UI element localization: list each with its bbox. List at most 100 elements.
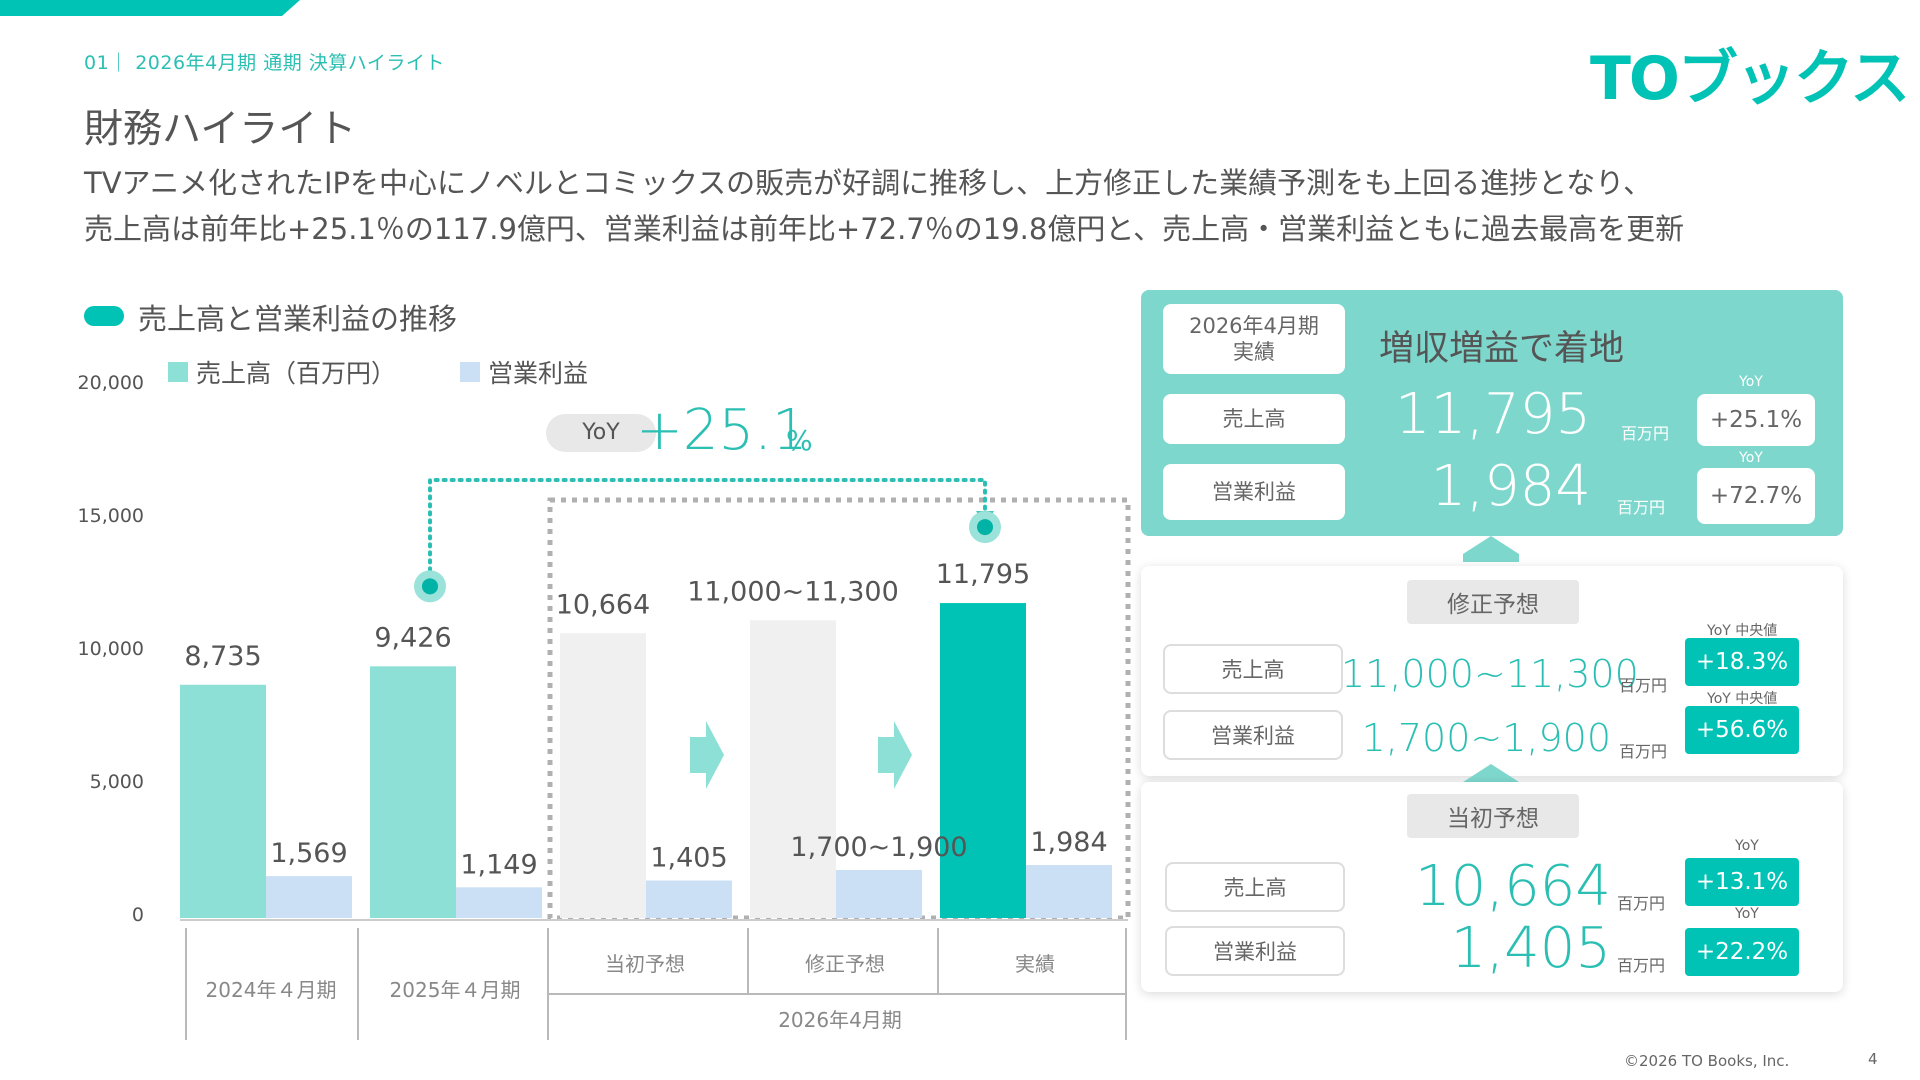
corner-accent-stripe <box>0 0 300 16</box>
profit-bar <box>646 880 732 918</box>
revised-revenue-unit: 百万円 <box>1619 676 1668 695</box>
yoy-connector-line <box>428 478 987 589</box>
progress-arrow-icon <box>878 721 912 789</box>
revised-op-yoy-caption: YoY 中央値 <box>1707 691 1778 707</box>
initial-tag: 当初予想 <box>1407 794 1579 838</box>
section-heading: 売上高と営業利益の推移 <box>138 302 458 336</box>
arrow-up-icon <box>1463 764 1519 782</box>
revised-tag: 修正予想 <box>1407 580 1579 624</box>
progress-arrow-icon <box>690 721 724 789</box>
initial-revenue-yoy-caption: YoY <box>1735 838 1759 854</box>
initial-op-yoy: +22.2% <box>1685 928 1799 976</box>
forecast-group-frame <box>547 497 1131 921</box>
y-tick-label: 15,000 <box>77 505 144 527</box>
y-tick-label: 20,000 <box>77 372 144 394</box>
category-label: 当初予想 <box>605 952 685 976</box>
revenue-bar <box>750 620 836 918</box>
yoy-growth-value: +25.1 <box>636 398 808 463</box>
yoy-marker-outer <box>969 511 1001 544</box>
yoy-growth-unit: % <box>786 424 813 457</box>
profit-value-label: 1,984 <box>1030 827 1107 858</box>
revised-op-unit: 百万円 <box>1619 742 1668 761</box>
legend-revenue-swatch <box>168 362 188 382</box>
profit-value-label: 1,405 <box>650 842 727 873</box>
result-op-label: 営業利益 <box>1163 464 1345 520</box>
revenue-value-label: 11,795 <box>936 559 1030 590</box>
revenue-value-label: 10,664 <box>556 589 650 620</box>
result-revenue-label: 売上高 <box>1163 394 1345 444</box>
profit-value-label: 1,700~1,900 <box>790 832 967 863</box>
revised-op-yoy: +56.6% <box>1685 706 1799 754</box>
category-label: 2025年４月期 <box>389 978 521 1002</box>
copyright: ©2026 TO Books, Inc. <box>1624 1052 1790 1070</box>
revenue-bar <box>370 666 456 918</box>
breadcrumb: 01｜ 2026年4月期 通期 決算ハイライト <box>84 52 445 74</box>
lead-line-2: 売上高は前年比+25.1％の117.9億円、営業利益は前年比+72.7％の19.… <box>84 212 1685 246</box>
result-revenue-yoy-caption: YoY <box>1739 374 1763 390</box>
initial-revenue-yoy: +13.1% <box>1685 858 1799 906</box>
profit-bar <box>1026 865 1112 918</box>
revenue-bar <box>180 684 266 918</box>
page-number: 4 <box>1868 1050 1878 1068</box>
result-revenue-yoy: +25.1% <box>1697 394 1815 446</box>
initial-op-label: 営業利益 <box>1165 926 1345 976</box>
revised-op-label: 営業利益 <box>1163 710 1343 760</box>
result-op-yoy-caption: YoY <box>1739 450 1763 466</box>
page-title: 財務ハイライト <box>84 107 357 152</box>
legend-profit-swatch <box>460 362 480 382</box>
y-tick-label: 0 <box>131 904 144 926</box>
period-box: 2026年4月期 実績 <box>1163 304 1345 374</box>
section-marker <box>84 306 124 326</box>
profit-bar <box>836 869 922 918</box>
revised-op-value: 1,700~1,900 <box>1361 716 1611 760</box>
arrow-up-icon <box>1463 536 1519 554</box>
result-op-unit: 百万円 <box>1617 498 1666 517</box>
revised-revenue-value: 11,000~11,300 <box>1341 652 1639 696</box>
revenue-value-label: 9,426 <box>374 622 451 653</box>
arrow-up-stem <box>1463 554 1519 562</box>
legend-revenue: 売上高（百万円） <box>168 354 396 390</box>
y-tick-label: 5,000 <box>89 771 144 793</box>
profit-value-label: 1,149 <box>460 849 537 880</box>
result-op-value: 1,984 <box>1430 454 1591 519</box>
revised-revenue-label: 売上高 <box>1163 644 1343 694</box>
revised-revenue-yoy-caption: YoY 中央値 <box>1707 623 1778 639</box>
result-revenue-value: 11,795 <box>1395 382 1591 447</box>
result-op-yoy: +72.7% <box>1697 468 1815 524</box>
period-label: 2026年4月期 <box>1189 314 1319 338</box>
initial-revenue-label: 売上高 <box>1165 862 1345 912</box>
panel-initial-forecast: 当初予想 売上高 10,664 百万円 YoY +13.1% 営業利益 1,40… <box>1141 782 1843 992</box>
category-label: 2024年４月期 <box>205 978 337 1002</box>
y-tick-label: 10,000 <box>77 638 144 660</box>
category-label: 修正予想 <box>805 952 885 976</box>
revenue-bar <box>940 603 1026 918</box>
result-headline: 増収増益で着地 <box>1379 329 1625 369</box>
panel-revised-forecast: 修正予想 売上高 11,000~11,300 百万円 YoY 中央値 +18.3… <box>1141 566 1843 776</box>
legend-revenue-label: 売上高（百万円） <box>196 359 397 388</box>
yoy-marker-inner <box>422 578 438 595</box>
initial-op-value: 1,405 <box>1450 916 1611 981</box>
initial-op-yoy-caption: YoY <box>1735 906 1759 922</box>
yoy-marker-inner <box>977 519 993 536</box>
period-sublabel: 実績 <box>1233 340 1275 364</box>
legend-profit: 営業利益 <box>460 354 588 390</box>
revised-revenue-yoy: +18.3% <box>1685 638 1799 686</box>
profit-bar <box>456 887 542 918</box>
yoy-arrowhead-icon <box>976 511 994 524</box>
initial-op-unit: 百万円 <box>1617 956 1666 975</box>
category-label: 実績 <box>1015 952 1055 976</box>
category-group-label: 2026年4月期 <box>778 1008 902 1032</box>
initial-revenue-unit: 百万円 <box>1617 894 1666 913</box>
initial-revenue-value: 10,664 <box>1415 854 1611 919</box>
result-revenue-unit: 百万円 <box>1621 424 1670 443</box>
revenue-value-label: 11,000~11,300 <box>687 576 899 607</box>
profit-bar <box>266 876 352 918</box>
yoy-marker-outer <box>414 570 446 603</box>
panel-actual-result: 2026年4月期 実績 増収増益で着地 売上高 11,795 百万円 YoY +… <box>1141 290 1843 536</box>
revenue-bar <box>560 633 646 918</box>
revenue-value-label: 8,735 <box>184 641 261 672</box>
lead-line-1: TVアニメ化されたIPを中心にノベルとコミックスの販売が好調に推移し、上方修正し… <box>84 166 1653 200</box>
legend-profit-label: 営業利益 <box>488 359 589 388</box>
profit-value-label: 1,569 <box>270 838 347 869</box>
lead-text: TVアニメ化されたIPを中心にノベルとコミックスの販売が好調に推移し、上方修正し… <box>84 160 1884 252</box>
